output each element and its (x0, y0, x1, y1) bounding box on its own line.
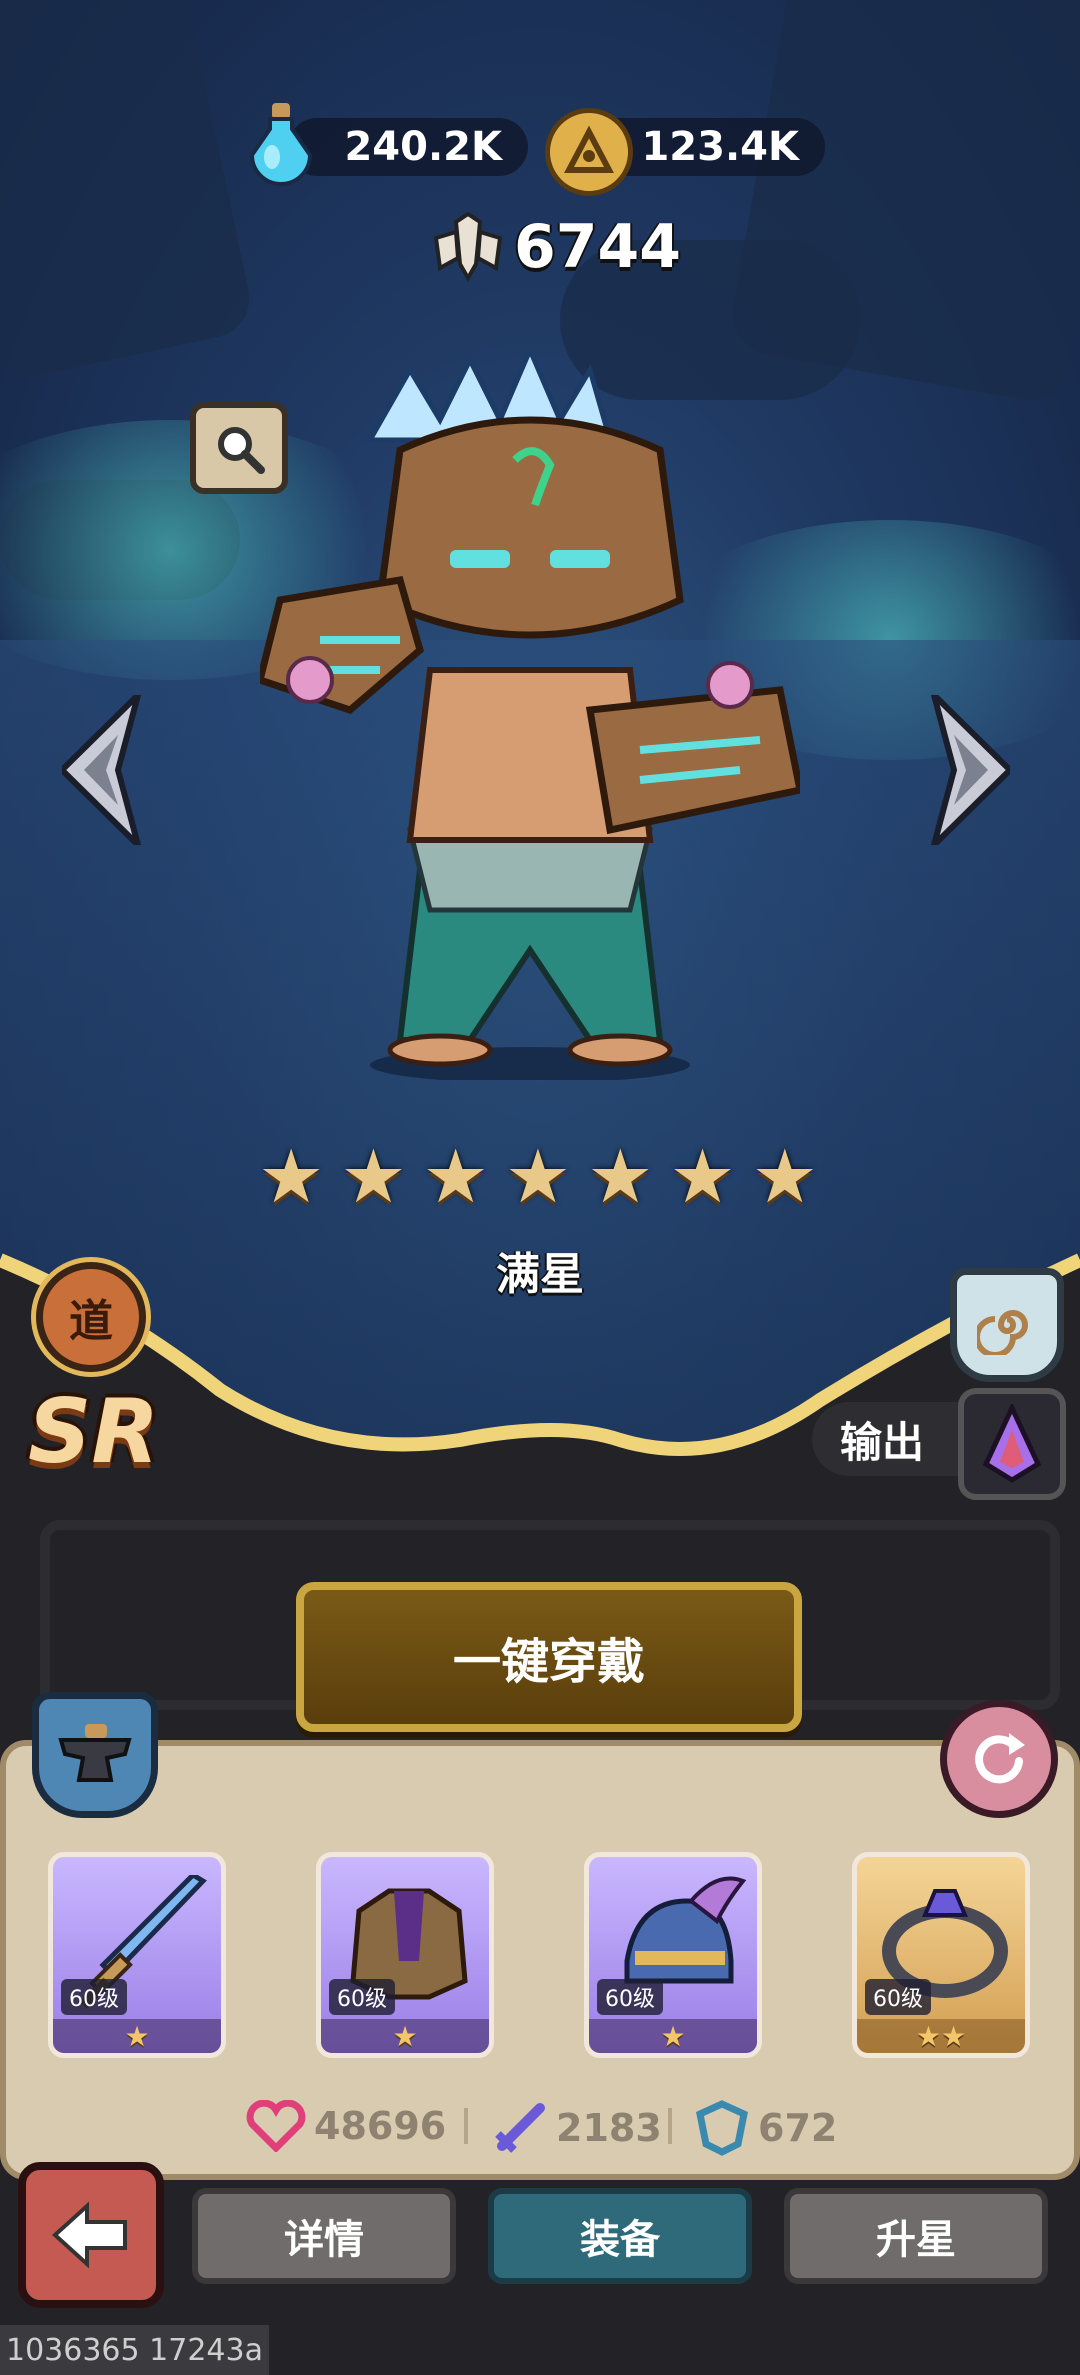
rank-badge-button[interactable] (950, 1268, 1064, 1382)
shield-icon (696, 2100, 748, 2156)
equipment-level: 60级 (865, 1979, 931, 2015)
power-icon (433, 212, 503, 282)
back-arrow-icon (52, 2201, 127, 2269)
star-icon: ★ (587, 1134, 654, 1220)
rarity-label: SR (28, 1380, 160, 1483)
spiral-icon (977, 1310, 1028, 1355)
stat-divider (668, 2108, 672, 2144)
chevron-left-icon (57, 685, 144, 855)
equipment-level: 60级 (61, 1979, 127, 2015)
session-id-label: 1036365 17243a (0, 2325, 269, 2375)
magnifier-icon (218, 427, 265, 474)
heart-icon (246, 2100, 306, 2152)
tab-equipment[interactable]: 装备 (488, 2188, 752, 2284)
equipment-level: 60级 (597, 1979, 663, 2015)
stat-hp: 48696 (246, 2100, 446, 2152)
potion-icon (242, 103, 320, 186)
role-icon-button[interactable] (958, 1388, 1066, 1500)
equipment-slot-ring[interactable]: 60级 ★★ (852, 1852, 1030, 2058)
equipment-stars: ★ (53, 2019, 221, 2053)
stat-divider (464, 2108, 468, 2144)
combat-power-value: 6744 (514, 212, 681, 282)
stat-attack: 2183 (492, 2100, 662, 2156)
coin-currency[interactable]: 123.4K (545, 108, 825, 196)
equipment-stars: ★ (321, 2019, 489, 2053)
previous-hero-arrow[interactable] (57, 685, 144, 855)
equipment-slot-sword[interactable]: 60级 ★ (48, 1852, 226, 2058)
hero-star-rating: ★ ★ ★ ★ ★ ★ ★ (258, 1140, 818, 1214)
coin-icon (545, 108, 633, 196)
tab-star-up[interactable]: 升星 (784, 2188, 1048, 2284)
equipment-slot-helmet[interactable]: 60级 ★ (584, 1852, 762, 2058)
sword-stat-icon (495, 2103, 545, 2153)
tab-details[interactable]: 详情 (192, 2188, 456, 2284)
back-button[interactable] (18, 2162, 164, 2308)
potion-amount: 240.2K (288, 118, 528, 176)
star-icon: ★ (751, 1134, 818, 1220)
stat-attack-value: 2183 (556, 2106, 662, 2150)
equipment-stars: ★★ (857, 2019, 1025, 2053)
next-hero-arrow[interactable] (928, 685, 1015, 855)
attacker-role-icon (982, 1404, 1042, 1483)
one-click-equip-label: 一键穿戴 (452, 1634, 645, 1690)
faction-badge[interactable]: 道 (36, 1262, 146, 1372)
equipment-slot-armor[interactable]: 60级 ★ (316, 1852, 494, 2058)
star-icon: ★ (340, 1134, 407, 1220)
star-icon: ★ (504, 1134, 572, 1220)
forge-button[interactable] (32, 1692, 158, 1818)
stat-hp-value: 48696 (314, 2104, 447, 2148)
star-icon: ★ (258, 1134, 325, 1220)
star-icon: ★ (669, 1134, 736, 1220)
hero-character (255, 343, 805, 1083)
stat-defense: 672 (694, 2100, 837, 2156)
anvil-icon (58, 1724, 132, 1782)
potion-currency[interactable]: 240.2K (248, 103, 528, 186)
role-label: 输出 (812, 1402, 982, 1476)
star-icon: ★ (422, 1134, 489, 1220)
equipment-level: 60级 (329, 1979, 395, 2015)
stat-defense-value: 672 (758, 2106, 838, 2150)
equipment-stars: ★ (589, 2019, 757, 2053)
one-click-equip-button[interactable]: 一键穿戴 (296, 1582, 802, 1732)
combat-power: 6744 (430, 212, 681, 282)
reset-equipment-button[interactable] (940, 1700, 1058, 1818)
chevron-right-icon (928, 685, 1015, 855)
refresh-icon (975, 1733, 1025, 1784)
